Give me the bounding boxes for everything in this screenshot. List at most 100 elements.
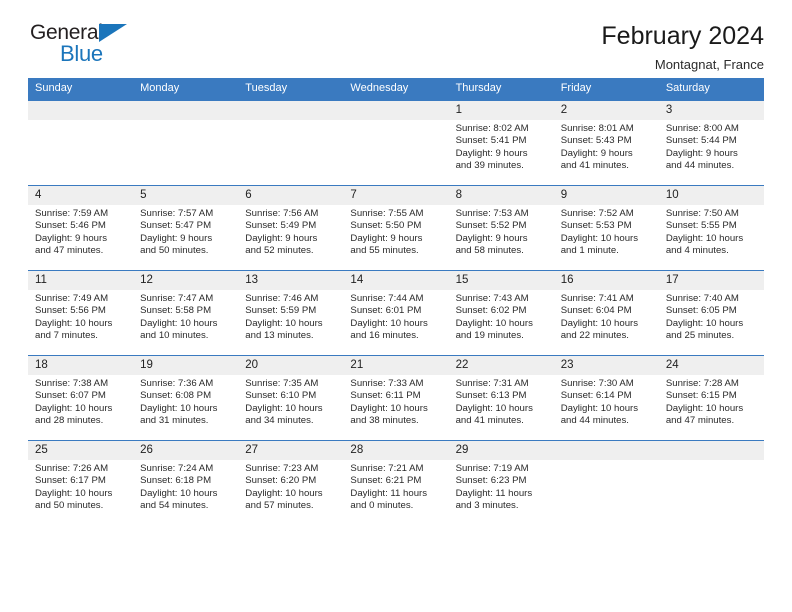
- day-sun-info: Sunrise: 7:40 AM Sunset: 6:05 PM Daylight:…: [659, 290, 764, 342]
- daylight-text: Daylight: 9 hours: [455, 232, 528, 244]
- calendar-day-cell[interactable]: 18 Sunrise: 7:38 AM Sunset: 6:07 PM Dayligh…: [28, 355, 134, 441]
- day-number: 19: [133, 356, 239, 375]
- sunrise-text: Sunrise: 7:28 AM: [665, 378, 739, 389]
- day-number: 28: [343, 441, 449, 460]
- daylight-text-cont: and 7 minutes.: [35, 329, 98, 341]
- day-number: [658, 441, 764, 460]
- day-number: 8: [448, 186, 554, 205]
- sunset-text: Sunset: 6:08 PM: [140, 390, 212, 402]
- calendar-day-cell-empty: [343, 100, 449, 186]
- day-cell-inner: 1 Sunrise: 8:02 AM Sunset: 5:41 PM Daylight…: [448, 101, 554, 185]
- calendar-day-cell[interactable]: 10 Sunrise: 7:50 AM Sunset: 5:55 PM Dayligh…: [658, 185, 764, 271]
- day-number: 10: [658, 186, 764, 205]
- calendar-day-cell[interactable]: 21 Sunrise: 7:33 AM Sunset: 6:11 PM Dayligh…: [343, 355, 449, 441]
- calendar-day-cell[interactable]: 11 Sunrise: 7:49 AM Sunset: 5:56 PM Dayligh…: [28, 270, 134, 356]
- calendar-day-cell[interactable]: 15 Sunrise: 7:43 AM Sunset: 6:02 PM Dayligh…: [448, 270, 554, 356]
- daylight-text-cont: and 54 minutes.: [140, 499, 209, 511]
- daylight-text: Daylight: 9 hours: [350, 232, 423, 244]
- calendar-day-cell[interactable]: 14 Sunrise: 7:44 AM Sunset: 6:01 PM Dayligh…: [343, 270, 449, 356]
- calendar-day-cell[interactable]: 13 Sunrise: 7:46 AM Sunset: 5:59 PM Dayligh…: [238, 270, 344, 356]
- sunrise-text: Sunrise: 7:57 AM: [140, 208, 214, 219]
- sunrise-text: Sunrise: 7:53 AM: [455, 208, 529, 219]
- day-number: 25: [28, 441, 134, 460]
- sunset-text: Sunset: 5:56 PM: [35, 305, 106, 317]
- weekday-header-tuesday: Tuesday: [238, 78, 344, 101]
- page-title: February 2024: [601, 22, 764, 50]
- sunset-text: Sunset: 6:01 PM: [350, 305, 422, 317]
- day-cell-inner: 12 Sunrise: 7:47 AM Sunset: 5:58 PM Dayligh…: [133, 271, 239, 355]
- day-cell-inner: 15 Sunrise: 7:43 AM Sunset: 6:02 PM Dayligh…: [448, 271, 554, 355]
- day-sun-info: Sunrise: 8:02 AM Sunset: 5:41 PM Daylight:…: [449, 120, 554, 172]
- day-number: 18: [28, 356, 134, 375]
- sunset-text: Sunset: 5:49 PM: [245, 220, 317, 232]
- daylight-text-cont: and 31 minutes.: [140, 414, 209, 426]
- calendar-day-cell[interactable]: 4 Sunrise: 7:59 AM Sunset: 5:46 PM Daylight…: [28, 185, 134, 271]
- day-cell-inner: [658, 441, 764, 525]
- calendar-day-cell[interactable]: 25 Sunrise: 7:26 AM Sunset: 6:17 PM Dayligh…: [28, 440, 134, 525]
- sunset-text: Sunset: 5:44 PM: [665, 135, 737, 147]
- day-sun-info: Sunrise: 7:38 AM Sunset: 6:07 PM Daylight:…: [28, 375, 133, 427]
- sunset-text: Sunset: 6:05 PM: [665, 305, 737, 317]
- calendar-day-cell[interactable]: 29 Sunrise: 7:19 AM Sunset: 6:23 PM Dayligh…: [448, 440, 554, 525]
- daylight-text: Daylight: 10 hours: [455, 402, 533, 414]
- daylight-text: Daylight: 10 hours: [560, 232, 639, 244]
- day-sun-info: Sunrise: 7:56 AM Sunset: 5:49 PM Daylight:…: [238, 205, 343, 257]
- calendar-day-cell[interactable]: 19 Sunrise: 7:36 AM Sunset: 6:08 PM Dayligh…: [133, 355, 239, 441]
- day-cell-inner: 14 Sunrise: 7:44 AM Sunset: 6:01 PM Dayligh…: [343, 271, 449, 355]
- calendar-day-cell[interactable]: 27 Sunrise: 7:23 AM Sunset: 6:20 PM Dayligh…: [238, 440, 344, 525]
- calendar-day-cell[interactable]: 1 Sunrise: 8:02 AM Sunset: 5:41 PM Daylight…: [448, 100, 554, 186]
- sunset-text: Sunset: 6:21 PM: [350, 475, 422, 487]
- day-number: 12: [133, 271, 239, 290]
- calendar-day-cell[interactable]: 7 Sunrise: 7:55 AM Sunset: 5:50 PM Daylight…: [343, 185, 449, 271]
- calendar-day-cell[interactable]: 12 Sunrise: 7:47 AM Sunset: 5:58 PM Dayligh…: [133, 270, 239, 356]
- day-number: [553, 441, 659, 460]
- calendar-page: General Blue February 2024 Montagnat, Fr…: [0, 0, 792, 612]
- sunset-text: Sunset: 6:10 PM: [245, 390, 317, 402]
- logo-triangle-icon: [99, 24, 127, 42]
- sunrise-text: Sunrise: 7:38 AM: [35, 378, 109, 389]
- calendar-day-cell[interactable]: 6 Sunrise: 7:56 AM Sunset: 5:49 PM Daylight…: [238, 185, 344, 271]
- sunrise-text: Sunrise: 7:31 AM: [455, 378, 529, 389]
- day-number: 20: [238, 356, 344, 375]
- day-sun-info: Sunrise: 7:55 AM Sunset: 5:50 PM Daylight:…: [343, 205, 448, 257]
- calendar-day-cell[interactable]: 8 Sunrise: 7:53 AM Sunset: 5:52 PM Daylight…: [448, 185, 554, 271]
- day-number: 11: [28, 271, 134, 290]
- calendar-day-cell[interactable]: 20 Sunrise: 7:35 AM Sunset: 6:10 PM Dayligh…: [238, 355, 344, 441]
- day-cell-inner: [133, 101, 239, 185]
- general-blue-logo[interactable]: General Blue: [28, 20, 148, 68]
- day-cell-inner: 16 Sunrise: 7:41 AM Sunset: 6:04 PM Dayligh…: [553, 271, 659, 355]
- page-header: General Blue February 2024 Montagnat, Fr…: [28, 0, 764, 72]
- day-cell-inner: 19 Sunrise: 7:36 AM Sunset: 6:08 PM Dayligh…: [133, 356, 239, 440]
- calendar-day-cell[interactable]: 3 Sunrise: 8:00 AM Sunset: 5:44 PM Daylight…: [658, 100, 764, 186]
- sunrise-text: Sunrise: 7:36 AM: [140, 378, 214, 389]
- day-sun-info: Sunrise: 7:57 AM Sunset: 5:47 PM Daylight:…: [133, 205, 238, 257]
- daylight-text: Daylight: 10 hours: [665, 402, 744, 414]
- daylight-text: Daylight: 10 hours: [245, 317, 323, 329]
- day-number: 3: [658, 101, 764, 120]
- calendar-day-cell[interactable]: 28 Sunrise: 7:21 AM Sunset: 6:21 PM Dayligh…: [343, 440, 449, 525]
- calendar-day-cell[interactable]: 22 Sunrise: 7:31 AM Sunset: 6:13 PM Dayligh…: [448, 355, 554, 441]
- day-number: 4: [28, 186, 134, 205]
- calendar-day-cell[interactable]: 23 Sunrise: 7:30 AM Sunset: 6:14 PM Dayligh…: [553, 355, 659, 441]
- sunrise-text: Sunrise: 7:21 AM: [350, 463, 424, 474]
- daylight-text: Daylight: 10 hours: [140, 402, 218, 414]
- sunset-text: Sunset: 5:52 PM: [455, 220, 527, 232]
- sunset-text: Sunset: 5:58 PM: [140, 305, 212, 317]
- calendar-day-cell[interactable]: 24 Sunrise: 7:28 AM Sunset: 6:15 PM Dayligh…: [658, 355, 764, 441]
- calendar-day-cell[interactable]: 9 Sunrise: 7:52 AM Sunset: 5:53 PM Daylight…: [553, 185, 659, 271]
- daylight-text: Daylight: 9 hours: [665, 147, 738, 159]
- calendar-day-cell[interactable]: 17 Sunrise: 7:40 AM Sunset: 6:05 PM Dayligh…: [658, 270, 764, 356]
- sunset-text: Sunset: 6:18 PM: [140, 475, 212, 487]
- daylight-text-cont: and 34 minutes.: [245, 414, 314, 426]
- day-cell-inner: [553, 441, 659, 525]
- day-sun-info: Sunrise: 7:52 AM Sunset: 5:53 PM Daylight:…: [554, 205, 659, 257]
- day-cell-inner: 28 Sunrise: 7:21 AM Sunset: 6:21 PM Dayligh…: [343, 441, 449, 525]
- calendar-day-cell[interactable]: 5 Sunrise: 7:57 AM Sunset: 5:47 PM Daylight…: [133, 185, 239, 271]
- day-cell-inner: 25 Sunrise: 7:26 AM Sunset: 6:17 PM Dayligh…: [28, 441, 134, 525]
- calendar-day-cell[interactable]: 2 Sunrise: 8:01 AM Sunset: 5:43 PM Daylight…: [553, 100, 659, 186]
- sunset-text: Sunset: 5:41 PM: [455, 135, 527, 147]
- day-cell-inner: 7 Sunrise: 7:55 AM Sunset: 5:50 PM Daylight…: [343, 186, 449, 270]
- calendar-day-cell[interactable]: 26 Sunrise: 7:24 AM Sunset: 6:18 PM Dayligh…: [133, 440, 239, 525]
- calendar-day-cell[interactable]: 16 Sunrise: 7:41 AM Sunset: 6:04 PM Dayligh…: [553, 270, 659, 356]
- daylight-text: Daylight: 10 hours: [245, 402, 323, 414]
